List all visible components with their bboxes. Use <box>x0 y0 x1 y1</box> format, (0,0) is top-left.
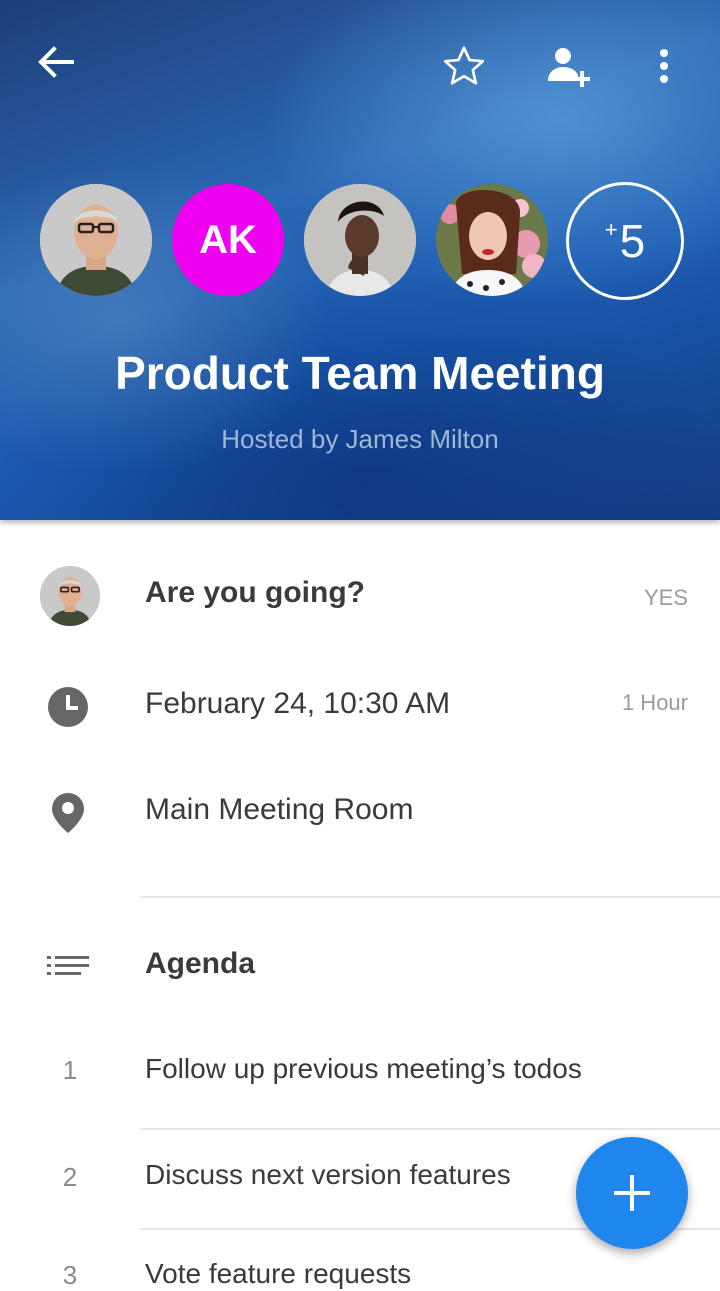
divider <box>140 896 720 898</box>
add-person-icon <box>548 48 590 87</box>
more-attendees-plus: + <box>604 217 618 242</box>
attendee-avatar[interactable] <box>304 184 416 296</box>
rsvp-question: Are you going? <box>145 576 365 609</box>
more-attendees-count: 5 <box>619 215 646 267</box>
agenda-item-text: Vote feature requests <box>145 1258 412 1289</box>
attendee-avatar-initials[interactable]: AK <box>172 184 284 296</box>
agenda-item-text: Discuss next version features <box>145 1159 511 1190</box>
attendee-avatar[interactable] <box>436 184 548 296</box>
agenda-item-number: 1 <box>62 1055 78 1085</box>
agenda-item-number: 3 <box>62 1260 78 1290</box>
attendee-avatar[interactable] <box>40 184 152 296</box>
list-icon <box>40 954 96 978</box>
add-attendee-button[interactable] <box>544 42 592 90</box>
current-user-avatar <box>40 566 100 626</box>
agenda-title: Agenda <box>145 947 256 980</box>
location-pin-icon <box>40 792 96 834</box>
event-header: AK + 5 Product Team Meeting Hosted by Ja… <box>0 0 720 520</box>
man-gray-hair-avatar <box>40 184 152 296</box>
agenda-item-text: Follow up previous meeting’s todos <box>145 1053 582 1084</box>
event-title: Product Team Meeting <box>115 347 605 399</box>
woman-curly-hair-avatar <box>304 184 416 296</box>
add-agenda-item-button[interactable] <box>576 1137 688 1249</box>
star-icon <box>443 46 485 85</box>
more-options-button[interactable] <box>640 42 688 90</box>
plus-icon <box>614 1175 650 1211</box>
back-button[interactable] <box>32 38 80 86</box>
avatar-initials: AK <box>199 217 257 262</box>
rsvp-answer[interactable]: YES <box>644 585 688 611</box>
agenda-item-number: 2 <box>62 1162 78 1192</box>
event-datetime: February 24, 10:30 AM <box>145 687 451 720</box>
favorite-button[interactable] <box>440 42 488 90</box>
back-arrow-icon <box>38 46 74 78</box>
more-attendees-badge[interactable]: + 5 <box>566 182 684 300</box>
event-duration: 1 Hour <box>621 690 688 715</box>
event-location: Main Meeting Room <box>145 793 414 826</box>
clock-icon <box>40 686 96 728</box>
woman-flowers-avatar <box>436 184 548 296</box>
divider <box>140 1128 720 1130</box>
more-vert-icon <box>660 49 668 83</box>
man-gray-hair-avatar <box>40 566 100 626</box>
event-host: Hosted by James Milton <box>221 424 499 454</box>
